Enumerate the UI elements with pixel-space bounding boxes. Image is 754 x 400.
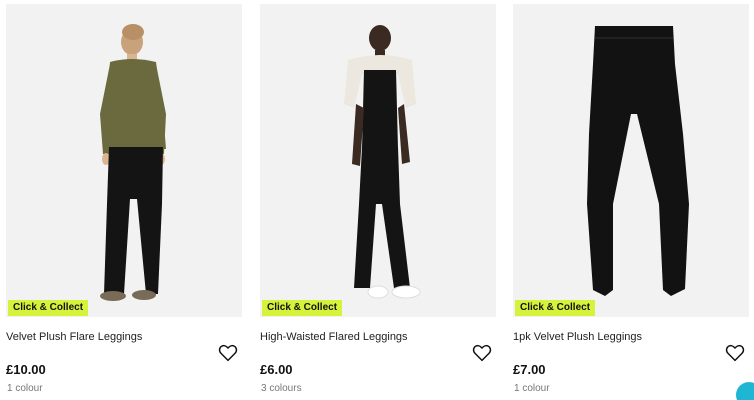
product-title[interactable]: Velvet Plush Flare Leggings	[6, 331, 142, 343]
colour-count: 1 colour	[514, 383, 550, 394]
product-card[interactable]: Click & Collect 1pk Velvet Plush Legging…	[513, 4, 749, 400]
product-grid: Click & Collect Velvet Plush Flare Leggi…	[0, 0, 754, 400]
product-title[interactable]: 1pk Velvet Plush Leggings	[513, 331, 642, 343]
product-image[interactable]: Click & Collect	[6, 4, 242, 317]
product-photo-flatlay-leggings	[513, 4, 749, 317]
product-title[interactable]: High-Waisted Flared Leggings	[260, 331, 408, 343]
product-image[interactable]: Click & Collect	[513, 4, 749, 317]
product-price: £6.00	[260, 362, 293, 377]
colour-count: 1 colour	[7, 383, 43, 394]
product-price: £7.00	[513, 362, 546, 377]
click-collect-badge: Click & Collect	[515, 300, 596, 316]
product-card[interactable]: Click & Collect Velvet Plush Flare Leggi…	[6, 4, 242, 400]
product-photo-model-olive-top	[6, 4, 242, 317]
click-collect-badge: Click & Collect	[262, 300, 343, 316]
wishlist-heart-icon[interactable]	[472, 344, 492, 362]
product-card[interactable]: Click & Collect High-Waisted Flared Legg…	[260, 4, 496, 400]
wishlist-heart-icon[interactable]	[218, 344, 238, 362]
product-price: £10.00	[6, 362, 46, 377]
click-collect-badge: Click & Collect	[8, 300, 89, 316]
product-image[interactable]: Click & Collect	[260, 4, 496, 317]
colour-count: 3 colours	[261, 383, 302, 394]
product-photo-model-cream-knit	[260, 4, 496, 317]
wishlist-heart-icon[interactable]	[725, 344, 745, 362]
